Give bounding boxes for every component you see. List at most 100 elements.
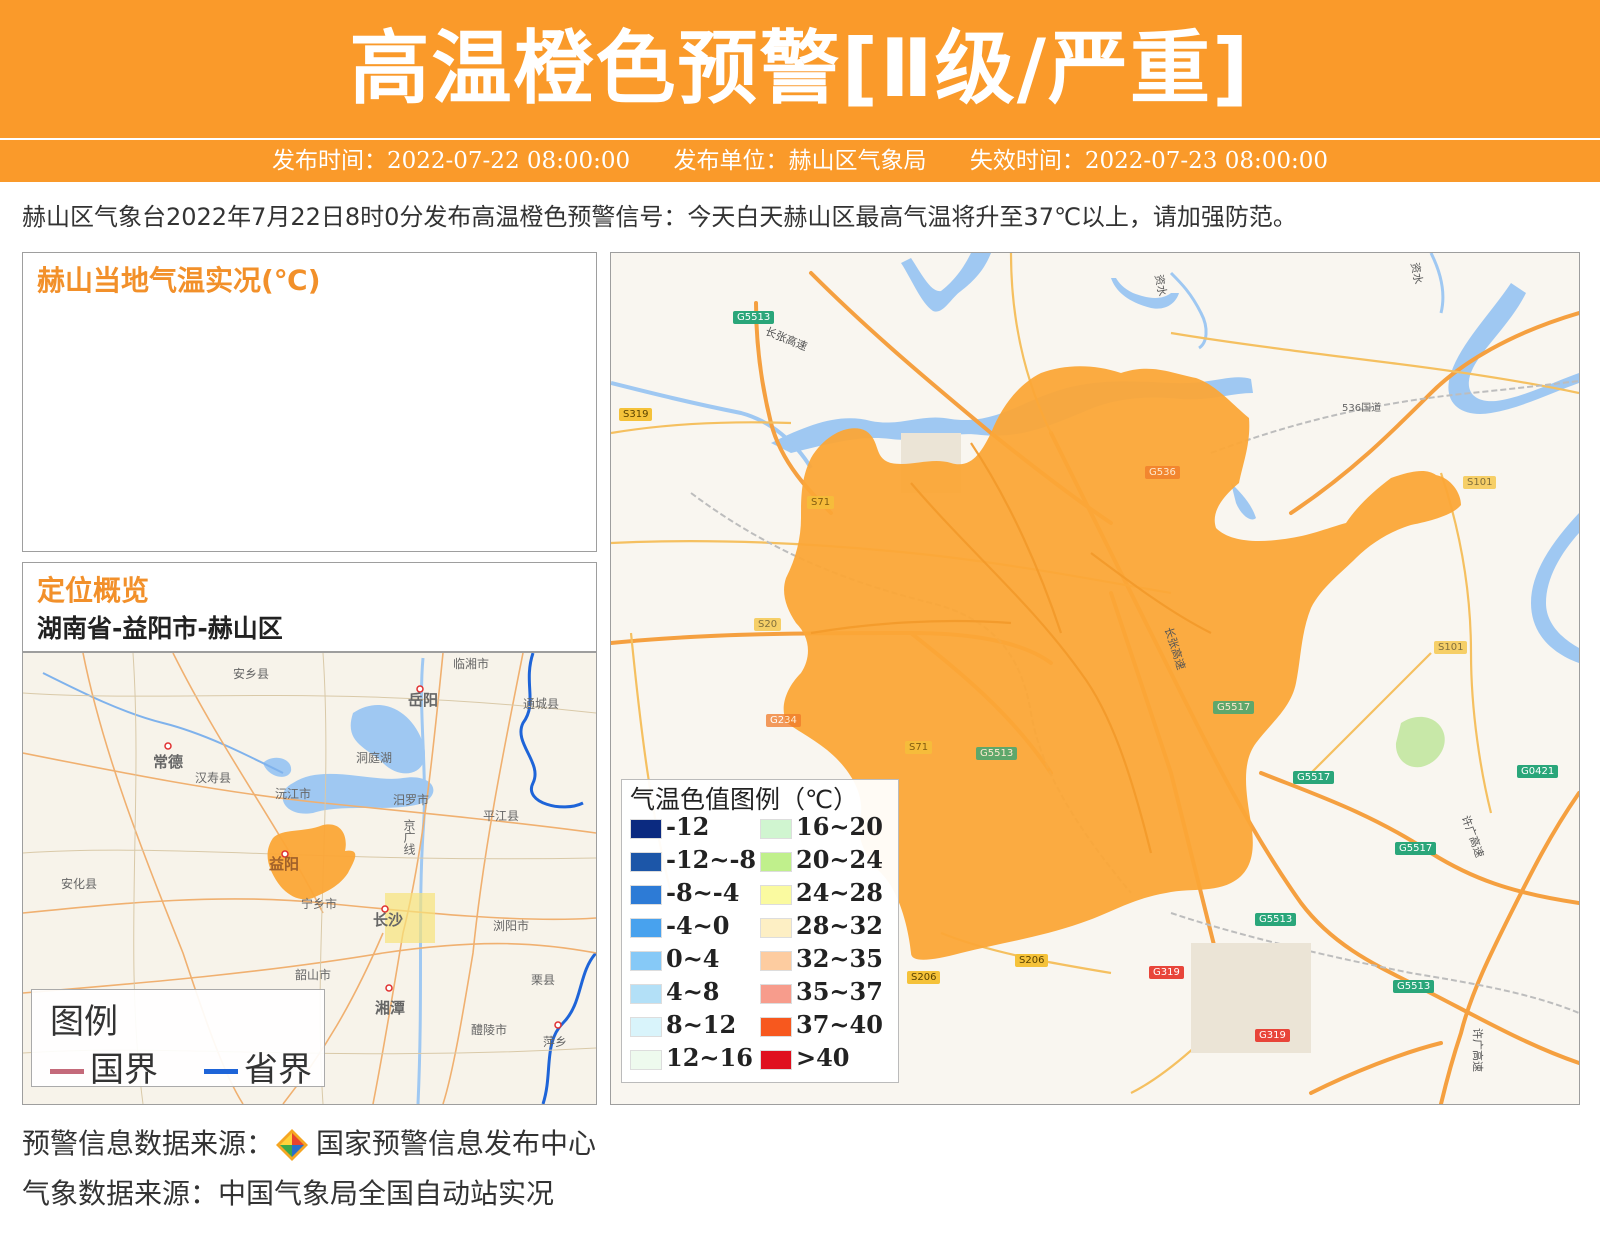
legend-label: 4~8 [666, 977, 720, 1006]
overview-place-label: 长沙 [373, 911, 404, 929]
legend-label: 32~35 [796, 944, 883, 973]
legend-row: 35~37 [760, 977, 883, 1007]
overview-place-label: 益阳 [269, 855, 300, 873]
road-shield: G319 [1255, 1029, 1290, 1042]
publisher: 发布单位：赫山区气象局 [673, 148, 927, 174]
publish-time: 发布时间：2022-07-22 08:00:00 [271, 148, 631, 174]
warning-description: 赫山区气象台2022年7月22日8时0分发布高温橙色预警信号：今天白天赫山区最高… [22, 203, 1297, 231]
overview-place-label: 醴陵市 [471, 1023, 508, 1037]
location-panel: 定位概览 湖南省-益阳市-赫山区 [22, 562, 597, 652]
overview-place-label: 汨罗市 [393, 793, 430, 807]
legend-row: -4~0 [630, 911, 729, 941]
overview-place-label: 临湘市 [453, 657, 490, 671]
legend-swatch [630, 818, 662, 839]
legend-label: 20~24 [796, 845, 883, 874]
main-map[interactable]: G5513 S319 S71 G536 S101 S20 G5513 S101 G234 S71 G… [610, 252, 1580, 1105]
overview-place-label: 浏阳市 [493, 919, 530, 933]
legend-swatch [630, 917, 662, 938]
road-shield: G5513 [1393, 980, 1435, 993]
road-name-label: 许广高速 [1471, 1028, 1484, 1072]
legend-item-national-border: 国界 [50, 1042, 158, 1091]
overview-legend-title: 图例 [50, 1002, 118, 1042]
legend-row: 24~28 [760, 878, 883, 908]
legend-row: 0~4 [630, 944, 720, 974]
weather-source: 气象数据来源：中国气象局全国自动站实况 [22, 1177, 555, 1210]
warning-meta-bar: 发布时间：2022-07-22 08:00:00 发布单位：赫山区气象局 失效时… [0, 140, 1600, 182]
overview-place-label: 栗县 [531, 973, 556, 987]
legend-label: 35~37 [796, 977, 883, 1006]
road-shield: S101 [1463, 476, 1497, 489]
road-shield: S71 [905, 741, 933, 754]
warning-title: 高温橙色预警[Ⅱ级/严重] [349, 22, 1251, 115]
warning-source-name: 国家预警信息发布中心 [316, 1127, 597, 1160]
legend-label: -4~0 [666, 911, 730, 940]
road-shield: G5513 [976, 747, 1018, 760]
location-region: 湖南省-益阳市-赫山区 [37, 614, 283, 643]
legend-swatch [630, 851, 662, 872]
legend-label: -12 [666, 812, 710, 841]
legend-swatch [760, 1049, 792, 1070]
overview-place-label: 宁乡市 [301, 897, 338, 911]
legend-row: 32~35 [760, 944, 883, 974]
warning-banner: 高温橙色预警[Ⅱ级/严重] [0, 0, 1600, 140]
legend-row: 4~8 [630, 977, 720, 1007]
expire-time: 失效时间：2022-07-23 08:00:00 [969, 148, 1329, 174]
location-panel-title: 定位概览 [37, 574, 150, 607]
overview-place-label: 沅江市 [275, 787, 312, 801]
legend-swatch [760, 851, 792, 872]
road-shield: G0421 [1517, 765, 1559, 778]
road-shield: G5517 [1213, 701, 1255, 714]
legend-label: 37~40 [796, 1010, 883, 1039]
road-shield: S206 [1015, 954, 1049, 967]
legend-item-provincial-border: 省界 [204, 1042, 312, 1091]
road-shield: G319 [1149, 966, 1184, 979]
legend-label: 16~20 [796, 812, 883, 841]
temperature-legend-title: 气温色值图例（℃） [630, 785, 859, 814]
overview-map[interactable]: 图例 国界 省界 安乡县 常德 汉寿县 洞庭湖 沅江市 汨罗市 平江县 岳阳 通城县 临湘市 益阳安… [22, 652, 597, 1105]
road-shield: G536 [1145, 466, 1180, 479]
temperature-color-legend: 气温色值图例（℃） -12 -12~-8 -8~-4 -4~0 0~4 4~8 8~12 12… [621, 779, 899, 1083]
overview-place-label: 洞庭湖 [356, 751, 393, 765]
legend-row: 12~16 [630, 1043, 753, 1073]
legend-label: 12~16 [666, 1043, 753, 1072]
legend-row: -12 [630, 812, 709, 842]
overview-place-label: 湘潭 [375, 999, 406, 1017]
road-shield: S319 [619, 408, 653, 421]
overview-place-label: 常德 [153, 753, 184, 771]
overview-place-label: 通城县 [523, 697, 560, 711]
legend-label: 8~12 [666, 1010, 737, 1039]
legend-label: -12~-8 [666, 845, 757, 874]
overview-place-label: 平江县 [483, 809, 520, 823]
legend-swatch [760, 818, 792, 839]
legend-row: 28~32 [760, 911, 883, 941]
overview-place-label: 萍乡 [543, 1035, 568, 1049]
legend-swatch [760, 950, 792, 971]
legend-swatch [630, 1049, 662, 1070]
legend-row: -8~-4 [630, 878, 739, 908]
overview-place-label: 韶山市 [295, 968, 332, 982]
road-shield: S206 [907, 971, 941, 984]
legend-row: 37~40 [760, 1010, 883, 1040]
road-shield: S20 [754, 618, 782, 631]
warning-source-label: 预警信息数据来源： [22, 1127, 275, 1160]
legend-row: 20~24 [760, 845, 883, 875]
road-shield: 536国道 [1342, 403, 1382, 414]
legend-swatch [630, 983, 662, 1004]
legend-label: -8~-4 [666, 878, 740, 907]
legend-row: 8~12 [630, 1010, 736, 1040]
legend-swatch [760, 917, 792, 938]
legend-row: -12~-8 [630, 845, 756, 875]
warning-center-logo-icon [276, 1129, 309, 1161]
national-border-line-icon [50, 1069, 84, 1074]
temperature-panel-title: 赫山当地气温实况(℃) [37, 264, 321, 297]
road-shield: G234 [766, 714, 801, 727]
road-shield: G5517 [1293, 771, 1335, 784]
legend-label: 0~4 [666, 944, 720, 973]
legend-swatch [630, 1016, 662, 1037]
provincial-border-label: 省界 [244, 1050, 312, 1090]
legend-row: 16~20 [760, 812, 883, 842]
legend-row: >40 [760, 1043, 850, 1073]
national-border-label: 国界 [90, 1050, 158, 1090]
legend-label: 28~32 [796, 911, 883, 940]
legend-swatch [760, 884, 792, 905]
